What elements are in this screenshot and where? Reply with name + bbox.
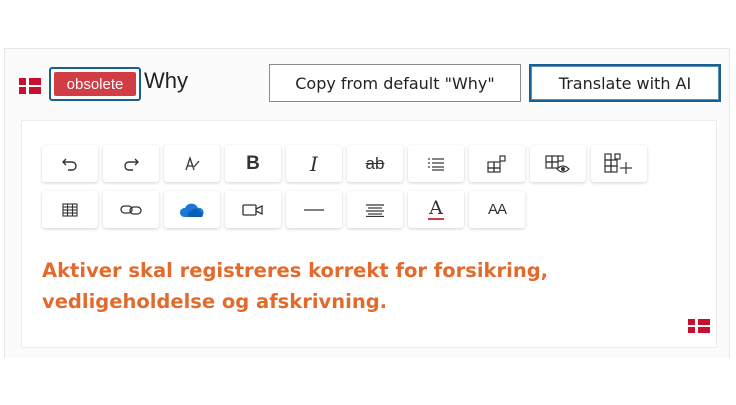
video-button[interactable] <box>225 191 281 228</box>
italic-icon: I <box>310 151 318 176</box>
bullet-list-button[interactable] <box>408 145 464 182</box>
format-painter-icon <box>185 155 200 170</box>
insert-block-icon <box>487 154 506 173</box>
italic-button[interactable]: I <box>286 145 342 182</box>
bold-button[interactable]: B <box>225 145 281 182</box>
bullet-list-icon <box>428 157 444 171</box>
link-icon <box>120 204 142 215</box>
undo-button[interactable] <box>42 145 98 182</box>
preview-block-button[interactable] <box>530 145 586 182</box>
font-color-button[interactable]: A <box>408 191 464 228</box>
undo-icon <box>62 158 77 171</box>
horizontal-rule-icon <box>304 208 324 211</box>
copy-from-default-button[interactable]: Copy from default "Why" <box>269 64 521 102</box>
video-icon <box>242 203 263 216</box>
preview-block-icon <box>545 154 570 173</box>
align-icon <box>366 203 384 217</box>
strikethrough-icon: ab <box>365 153 385 173</box>
add-block-button[interactable] <box>591 145 647 182</box>
strikethrough-button[interactable]: ab <box>347 145 403 182</box>
danish-flag-icon <box>19 78 41 94</box>
font-size-button[interactable]: AA <box>469 191 525 228</box>
redo-button[interactable] <box>103 145 159 182</box>
font-size-icon: AA <box>487 201 507 218</box>
table-button[interactable] <box>42 191 98 228</box>
obsolete-badge-wrapper[interactable]: obsolete <box>49 67 141 101</box>
link-button[interactable] <box>103 191 159 228</box>
align-button[interactable] <box>347 191 403 228</box>
insert-block-button[interactable] <box>469 145 525 182</box>
font-color-icon: A <box>429 197 443 219</box>
translate-with-ai-button[interactable]: Translate with AI <box>529 64 721 102</box>
editor-content[interactable]: Aktiver skal registreres korrekt for for… <box>42 255 662 317</box>
add-block-icon <box>604 152 632 174</box>
bold-icon: B <box>246 152 260 174</box>
format-painter-button[interactable] <box>164 145 220 182</box>
field-title: Why <box>144 68 188 93</box>
translation-panel: obsolete Why Copy from default "Why" Tra… <box>4 48 730 358</box>
redo-icon <box>124 158 139 171</box>
danish-flag-icon <box>688 319 710 333</box>
rich-text-editor[interactable]: B I ab A AA Aktiver skal registreres kor… <box>21 120 717 348</box>
table-icon <box>62 202 78 217</box>
obsolete-badge[interactable]: obsolete <box>54 72 136 96</box>
horizontal-rule-button[interactable] <box>286 191 342 228</box>
onedrive-button[interactable] <box>164 191 220 228</box>
onedrive-icon <box>179 203 204 217</box>
font-color-bar <box>428 218 444 220</box>
